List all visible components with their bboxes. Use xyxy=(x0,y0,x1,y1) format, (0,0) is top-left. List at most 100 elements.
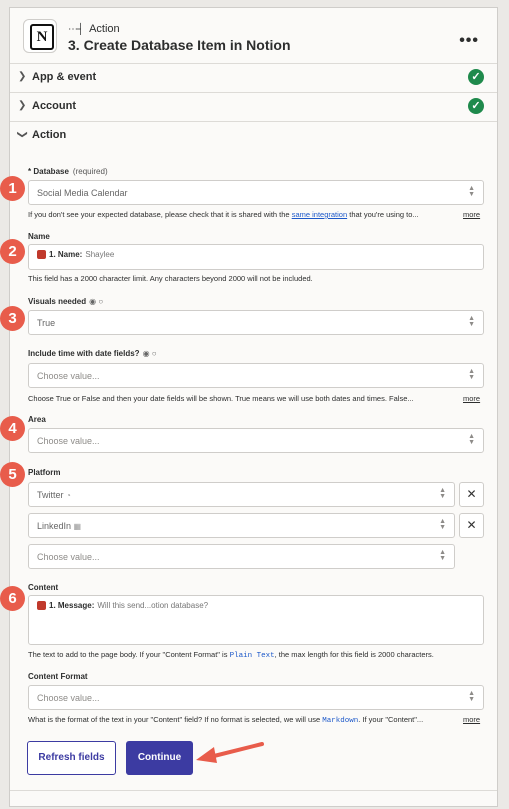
content-format-help: What is the format of the text in your "… xyxy=(28,715,423,725)
section-account[interactable]: ❯ Account ✓ xyxy=(10,92,497,122)
content-format-select[interactable]: Choose value... ▲ ▼ xyxy=(28,685,484,710)
step-panel: N ⋯┤ Action 3. Create Database Item in N… xyxy=(9,7,498,807)
include-time-placeholder: Choose value... xyxy=(37,371,100,381)
chevron-right-icon: ❯ xyxy=(18,100,27,111)
include-time-more-link[interactable]: more xyxy=(463,394,480,403)
visuals-select[interactable]: True ▲ ▼ xyxy=(28,310,484,335)
database-help: If you don't see your expected database,… xyxy=(28,210,419,219)
action-step-icon: ⋯┤ xyxy=(68,23,84,35)
section-label: Action xyxy=(32,129,67,141)
select-arrows-icon: ▲ ▼ xyxy=(439,549,446,562)
platform-label: Platform xyxy=(28,468,61,477)
step-marker: 2 xyxy=(0,239,25,264)
select-arrows-icon: ▲ ▼ xyxy=(468,690,475,703)
section-label: Account xyxy=(32,100,76,112)
select-arrows-icon: ▲ ▼ xyxy=(468,433,475,446)
refresh-fields-button[interactable]: Refresh fields xyxy=(27,741,116,775)
database-select[interactable]: Social Media Calendar ▲ ▼ xyxy=(28,180,484,205)
select-arrows-icon: ▲ ▼ xyxy=(439,518,446,531)
name-mapped-chip[interactable]: 1. Name: Shaylee xyxy=(37,250,114,259)
markdown-code: Markdown xyxy=(322,717,359,725)
section-app-event[interactable]: ❯ App & event ✓ xyxy=(10,63,497,93)
platform-value-text: LinkedIn xyxy=(37,521,72,531)
platform-placeholder: Choose value... xyxy=(37,552,100,562)
notion-app-logo: N xyxy=(23,19,57,53)
step-marker: 3 xyxy=(0,306,25,331)
platform-value-text: Twitter xyxy=(37,490,64,500)
platform-select-twitter[interactable]: Twitter ◔ ▲ ▼ xyxy=(28,482,455,507)
twitter-emoji-icon: ◔ xyxy=(66,491,71,500)
platform-value: LinkedIn ▦ xyxy=(37,521,81,531)
select-arrows-icon: ▲ ▼ xyxy=(468,315,475,328)
content-help-text: The text to add to the page body. If you… xyxy=(28,650,228,659)
chip-value: Will this send...otion database? xyxy=(97,601,209,610)
visuals-value: True xyxy=(37,318,56,328)
chevron-right-icon: ❯ xyxy=(18,71,27,82)
content-help-text-end: , the max length for this field is 2000 … xyxy=(274,650,434,659)
select-arrows-icon: ▲ ▼ xyxy=(439,487,446,500)
area-placeholder: Choose value... xyxy=(37,436,100,446)
name-help: This field has a 2000 character limit. A… xyxy=(28,274,313,283)
content-help: The text to add to the page body. If you… xyxy=(28,650,434,660)
true-false-toggle-icon[interactable]: ◉ ○ xyxy=(89,297,103,306)
true-false-toggle-icon[interactable]: ◉ ○ xyxy=(143,349,157,358)
include-time-label-text: Include time with date fields? xyxy=(28,349,140,358)
platform-value: Twitter ◔ xyxy=(37,490,71,500)
select-arrows-icon: ▲ ▼ xyxy=(468,368,475,381)
more-options-icon[interactable]: ••• xyxy=(459,32,479,50)
step-marker: 4 xyxy=(0,416,25,441)
content-label: Content xyxy=(28,583,59,592)
step-type-label: Action xyxy=(89,23,120,35)
content-format-label: Content Format xyxy=(28,672,88,681)
notion-icon: N xyxy=(30,24,54,50)
database-help-text-end: that you're using to... xyxy=(349,210,419,219)
plain-text-code: Plain Text xyxy=(229,652,275,660)
chip-key: 1. Message: xyxy=(49,601,95,610)
section-action[interactable]: ❯ Action xyxy=(10,121,497,151)
content-format-help-text-end: . If your "Content"... xyxy=(358,715,424,724)
step-marker: 1 xyxy=(0,176,25,201)
step-marker: 5 xyxy=(0,462,25,487)
step-title: 3. Create Database Item in Notion xyxy=(68,37,291,53)
step-header: N ⋯┤ Action 3. Create Database Item in N… xyxy=(10,8,497,63)
include-time-select[interactable]: Choose value... ▲ ▼ xyxy=(28,363,484,388)
name-label: Name xyxy=(28,232,50,241)
area-select[interactable]: Choose value... ▲ ▼ xyxy=(28,428,484,453)
database-value: Social Media Calendar xyxy=(37,188,128,198)
database-more-link[interactable]: more xyxy=(463,210,480,219)
step-marker: 6 xyxy=(0,586,25,611)
chip-value: Shaylee xyxy=(85,250,115,259)
continue-button[interactable]: Continue xyxy=(126,741,193,775)
content-mapped-chip[interactable]: 1. Message: Will this send...otion datab… xyxy=(37,601,208,610)
notion-chip-icon xyxy=(37,601,46,610)
database-label: * Database (required) xyxy=(28,167,108,176)
content-format-placeholder: Choose value... xyxy=(37,693,100,703)
linkedin-emoji-icon: ▦ xyxy=(73,522,82,531)
area-label: Area xyxy=(28,415,46,424)
visuals-label: Visuals needed ◉ ○ xyxy=(28,297,103,306)
annotation-arrow xyxy=(196,742,264,763)
name-input[interactable]: 1. Name: Shaylee xyxy=(28,244,484,270)
content-format-help-text: What is the format of the text in your "… xyxy=(28,715,321,724)
platform-select-new[interactable]: Choose value... ▲ ▼ xyxy=(28,544,455,569)
remove-linkedin-button[interactable]: ✕ xyxy=(459,513,484,538)
visuals-label-text: Visuals needed xyxy=(28,297,87,306)
chevron-down-icon: ❯ xyxy=(16,130,28,139)
required-label: (required) xyxy=(72,167,108,176)
content-textarea[interactable]: 1. Message: Will this send...otion datab… xyxy=(28,595,484,645)
check-complete-icon: ✓ xyxy=(468,69,484,85)
chip-key: 1. Name: xyxy=(49,250,83,259)
section-label: App & event xyxy=(32,71,97,83)
same-integration-link[interactable]: same integration xyxy=(292,210,347,219)
platform-select-linkedin[interactable]: LinkedIn ▦ ▲ ▼ xyxy=(28,513,455,538)
include-time-help: Choose True or False and then your date … xyxy=(28,394,414,403)
remove-twitter-button[interactable]: ✕ xyxy=(459,482,484,507)
step-type: ⋯┤ Action xyxy=(68,23,120,35)
database-help-text: If you don't see your expected database,… xyxy=(28,210,290,219)
include-time-label: Include time with date fields? ◉ ○ xyxy=(28,349,157,358)
check-complete-icon: ✓ xyxy=(468,98,484,114)
database-label-text: * Database xyxy=(28,167,69,176)
select-arrows-icon: ▲ ▼ xyxy=(468,185,475,198)
content-format-more-link[interactable]: more xyxy=(463,715,480,724)
notion-chip-icon xyxy=(37,250,46,259)
